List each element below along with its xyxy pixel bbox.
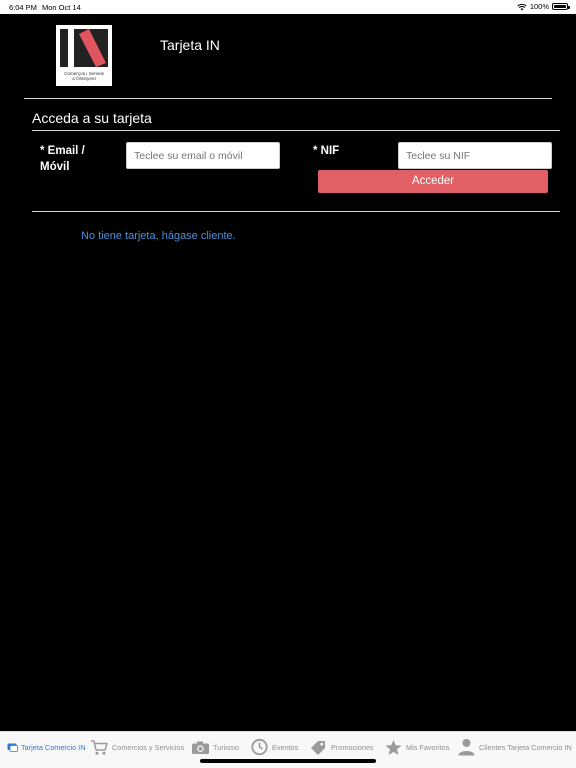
tab-label: Promociones [331,742,374,752]
tag-icon [311,740,325,755]
form-divider [32,211,560,212]
tab-tarjeta[interactable]: Tarjeta Comercio IN [7,737,85,757]
card-icon [7,743,18,752]
cart-icon [91,739,108,755]
tab-label: Tarjeta Comercio IN [21,742,86,752]
tab-promociones[interactable]: Promociones [309,737,374,757]
tab-label: Turismo [213,742,240,752]
signup-link[interactable]: No tiene tarjeta, hágase cliente. [81,230,236,242]
logo-in-mark [60,29,108,67]
tab-label: Eventos [272,742,299,752]
logo-caption: Comerços i Serveis a Ontinyent [64,71,104,82]
status-bar: 6:04 PM Mon Oct 14 100% [0,0,576,14]
status-date: Mon Oct 14 [42,3,81,12]
tab-label: Clientes Tarjeta Comercio IN [479,742,572,752]
camera-icon [192,741,209,754]
tab-label: Mis Favoritos [406,742,450,752]
app-logo: Comerços i Serveis a Ontinyent [56,25,112,86]
email-label: * Email / Móvil [40,145,85,173]
tab-favoritos[interactable]: Mis Favoritos [384,737,449,757]
home-indicator [200,759,376,763]
battery-icon [552,3,570,10]
status-indicators: 100% [517,2,570,11]
tab-eventos[interactable]: Eventos [250,737,298,757]
tab-label: Comercios y Servicios [112,742,185,752]
header-divider [24,98,552,99]
tab-comercios[interactable]: Comercios y Servicios [90,737,184,757]
tab-clientes[interactable]: Clientes Tarjeta Comercio IN [457,737,572,757]
section-divider [32,130,560,131]
clock-icon [251,738,268,756]
battery-percent: 100% [529,2,549,11]
tab-turismo[interactable]: Turismo [191,737,239,757]
wifi-icon [517,3,527,10]
submit-button[interactable]: Acceder [318,170,548,193]
email-input[interactable] [126,142,280,169]
section-heading: Acceda a su tarjeta [32,110,152,126]
status-time: 6:04 PM [9,3,37,12]
nif-label: * NIF [313,145,340,157]
person-icon [458,739,475,756]
star-icon [385,739,402,755]
app-title: Tarjeta IN [160,37,220,53]
nif-input[interactable] [398,142,552,169]
